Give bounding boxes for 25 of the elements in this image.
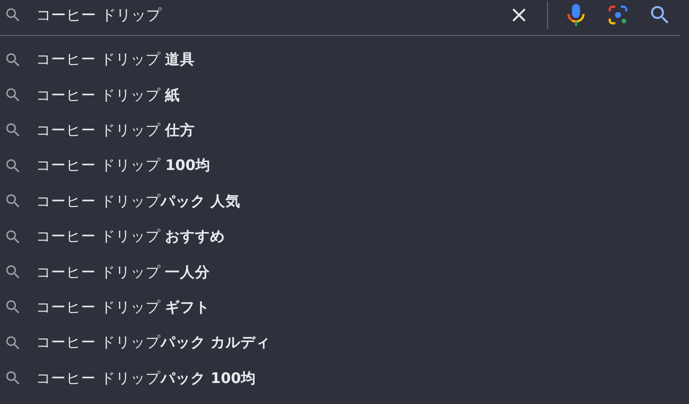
search-icon	[4, 50, 22, 69]
search-icon	[4, 156, 22, 175]
search-icon	[4, 298, 22, 316]
search-icon	[4, 121, 22, 140]
microphone-icon	[565, 3, 587, 27]
search-icon	[4, 6, 22, 24]
suggestion-item[interactable]: コーヒー ドリップパック カルディ	[0, 325, 689, 361]
search-icon	[4, 192, 22, 210]
camera-icon	[607, 4, 629, 26]
suggestion-item[interactable]: コーヒー ドリップ 一人分	[0, 254, 689, 290]
suggestion-item[interactable]: コーヒー ドリップ 100均	[0, 148, 689, 184]
suggestion-item[interactable]: コーヒー ドリップ 紙	[0, 77, 689, 113]
search-icon	[4, 263, 22, 282]
suggestion-item[interactable]: コーヒー ドリップ 道具	[0, 42, 689, 78]
suggestion-item[interactable]: コーヒー ドリップパック 100均	[0, 360, 689, 396]
search-icon	[4, 86, 22, 104]
search-icon	[4, 228, 22, 246]
search-field[interactable]: コーヒー ドリップ	[36, 3, 497, 27]
suggestion-item[interactable]: コーヒー ドリップパック 人気	[0, 184, 689, 219]
suggestion-item[interactable]: コーヒー ドリップ 仕方	[0, 112, 689, 148]
suggestion-item[interactable]: コーヒー ドリップ おすすめ	[0, 218, 689, 254]
search-icon	[4, 334, 22, 352]
suggestion-item[interactable]: コーヒー ドリップ ギフト	[0, 290, 689, 326]
search-icon	[4, 369, 22, 388]
camera-search-button[interactable]	[606, 3, 630, 27]
